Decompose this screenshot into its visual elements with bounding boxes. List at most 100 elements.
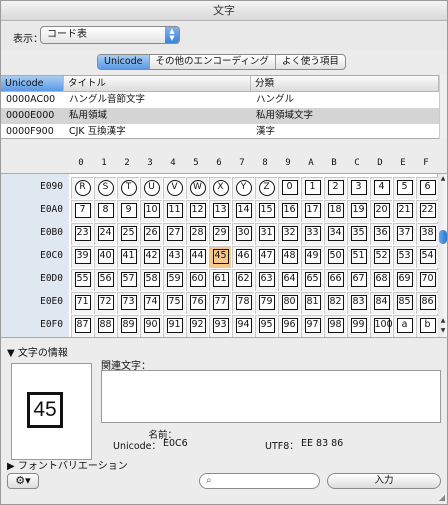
character-cell[interactable]: 79	[255, 292, 277, 314]
tab-other-encodings[interactable]: その他のエンコーディング	[150, 55, 276, 69]
character-cell[interactable]: 77	[209, 292, 231, 314]
character-cell[interactable]: 56	[94, 269, 116, 291]
character-cell[interactable]: 85	[393, 292, 415, 314]
character-cell[interactable]: 88	[94, 315, 116, 337]
character-cell[interactable]: V	[163, 177, 185, 199]
character-cell[interactable]: 58	[140, 269, 162, 291]
character-cell[interactable]: 36	[370, 223, 392, 245]
character-cell[interactable]: 63	[255, 269, 277, 291]
scroll-up-icon[interactable]: ▲	[438, 316, 448, 326]
character-cell[interactable]: 38	[416, 223, 438, 245]
character-cell[interactable]: 52	[370, 246, 392, 268]
character-cell[interactable]: 72	[94, 292, 116, 314]
character-cell[interactable]: 32	[278, 223, 300, 245]
header-title[interactable]: タイトル	[64, 76, 251, 91]
character-cell[interactable]: 83	[347, 292, 369, 314]
character-cell[interactable]: 39	[71, 246, 93, 268]
character-cell[interactable]: 24	[94, 223, 116, 245]
character-cell[interactable]: 30	[232, 223, 254, 245]
character-cell[interactable]: 73	[117, 292, 139, 314]
character-cell[interactable]: 60	[186, 269, 208, 291]
character-cell[interactable]: 40	[94, 246, 116, 268]
character-cell[interactable]: 10	[140, 200, 162, 222]
character-cell[interactable]: 18	[324, 200, 346, 222]
character-cell[interactable]: 55	[71, 269, 93, 291]
character-cell[interactable]: 31	[255, 223, 277, 245]
character-cell[interactable]: 64	[278, 269, 300, 291]
character-cell[interactable]: 76	[186, 292, 208, 314]
character-cell[interactable]: 11	[163, 200, 185, 222]
header-category[interactable]: 分類	[251, 76, 439, 91]
character-cell[interactable]: 66	[324, 269, 346, 291]
view-select[interactable]: コード表 ▲ ▼	[40, 26, 180, 44]
character-cell[interactable]: 23	[71, 223, 93, 245]
character-cell[interactable]: 13	[209, 200, 231, 222]
tab-unicode[interactable]: Unicode	[98, 55, 150, 69]
character-cell[interactable]: 7	[71, 200, 93, 222]
character-cell[interactable]: 44	[186, 246, 208, 268]
character-cell[interactable]: 94	[232, 315, 254, 337]
character-cell[interactable]: 43	[163, 246, 185, 268]
character-cell[interactable]: 45	[209, 246, 231, 268]
character-cell[interactable]: 3	[347, 177, 369, 199]
character-cell[interactable]: U	[140, 177, 162, 199]
character-cell[interactable]: 71	[71, 292, 93, 314]
character-cell[interactable]: 27	[163, 223, 185, 245]
character-cell[interactable]: 15	[255, 200, 277, 222]
character-cell[interactable]: 68	[370, 269, 392, 291]
table-row[interactable]: 0000F900 CJK 互換漢字 漢字	[1, 124, 439, 140]
character-cell[interactable]: 20	[370, 200, 392, 222]
character-cell[interactable]: 9	[117, 200, 139, 222]
character-cell[interactable]: 99	[347, 315, 369, 337]
character-cell[interactable]: 46	[232, 246, 254, 268]
character-cell[interactable]: 62	[232, 269, 254, 291]
character-cell[interactable]: 86	[416, 292, 438, 314]
header-unicode[interactable]: Unicode	[1, 76, 64, 91]
character-cell[interactable]: 5	[393, 177, 415, 199]
character-cell[interactable]: 29	[209, 223, 231, 245]
character-cell[interactable]: 21	[393, 200, 415, 222]
character-cell[interactable]: 48	[278, 246, 300, 268]
character-cell[interactable]: R	[71, 177, 93, 199]
character-cell[interactable]: 1	[301, 177, 323, 199]
character-cell[interactable]: 89	[117, 315, 139, 337]
character-cell[interactable]: b	[416, 315, 438, 337]
character-cell[interactable]: 41	[117, 246, 139, 268]
scroll-down-icon[interactable]: ▼	[438, 326, 448, 336]
character-cell[interactable]: 84	[370, 292, 392, 314]
character-cell[interactable]: 14	[232, 200, 254, 222]
character-cell[interactable]: 33	[301, 223, 323, 245]
table-row[interactable]: 0000E000 私用領域 私用領域文字	[1, 108, 439, 124]
character-cell[interactable]: 70	[416, 269, 438, 291]
character-cell[interactable]: 91	[163, 315, 185, 337]
character-cell[interactable]: 51	[347, 246, 369, 268]
character-cell[interactable]: 28	[186, 223, 208, 245]
character-cell[interactable]: 90	[140, 315, 162, 337]
character-cell[interactable]: 12	[186, 200, 208, 222]
character-cell[interactable]: W	[186, 177, 208, 199]
character-cell[interactable]: 17	[301, 200, 323, 222]
character-cell[interactable]: 25	[117, 223, 139, 245]
tab-favorites[interactable]: よく使う項目	[276, 55, 345, 69]
block-table-scrollbar[interactable]	[439, 75, 447, 139]
character-cell[interactable]: 67	[347, 269, 369, 291]
character-cell[interactable]: 34	[324, 223, 346, 245]
character-cell[interactable]: 37	[393, 223, 415, 245]
character-cell[interactable]: 47	[255, 246, 277, 268]
character-cell[interactable]: 50	[324, 246, 346, 268]
character-cell[interactable]: a	[393, 315, 415, 337]
character-cell[interactable]: 98	[324, 315, 346, 337]
character-cell[interactable]: 81	[301, 292, 323, 314]
character-cell[interactable]: 8	[94, 200, 116, 222]
character-cell[interactable]: 22	[416, 200, 438, 222]
character-cell[interactable]: 97	[301, 315, 323, 337]
character-cell[interactable]: 96	[278, 315, 300, 337]
character-cell[interactable]: 69	[393, 269, 415, 291]
character-cell[interactable]: T	[117, 177, 139, 199]
character-cell[interactable]: 49	[301, 246, 323, 268]
character-cell[interactable]: 2	[324, 177, 346, 199]
character-cell[interactable]: 59	[163, 269, 185, 291]
insert-button[interactable]: 入力	[327, 473, 441, 489]
character-cell[interactable]: 53	[393, 246, 415, 268]
character-cell[interactable]: 61	[209, 269, 231, 291]
